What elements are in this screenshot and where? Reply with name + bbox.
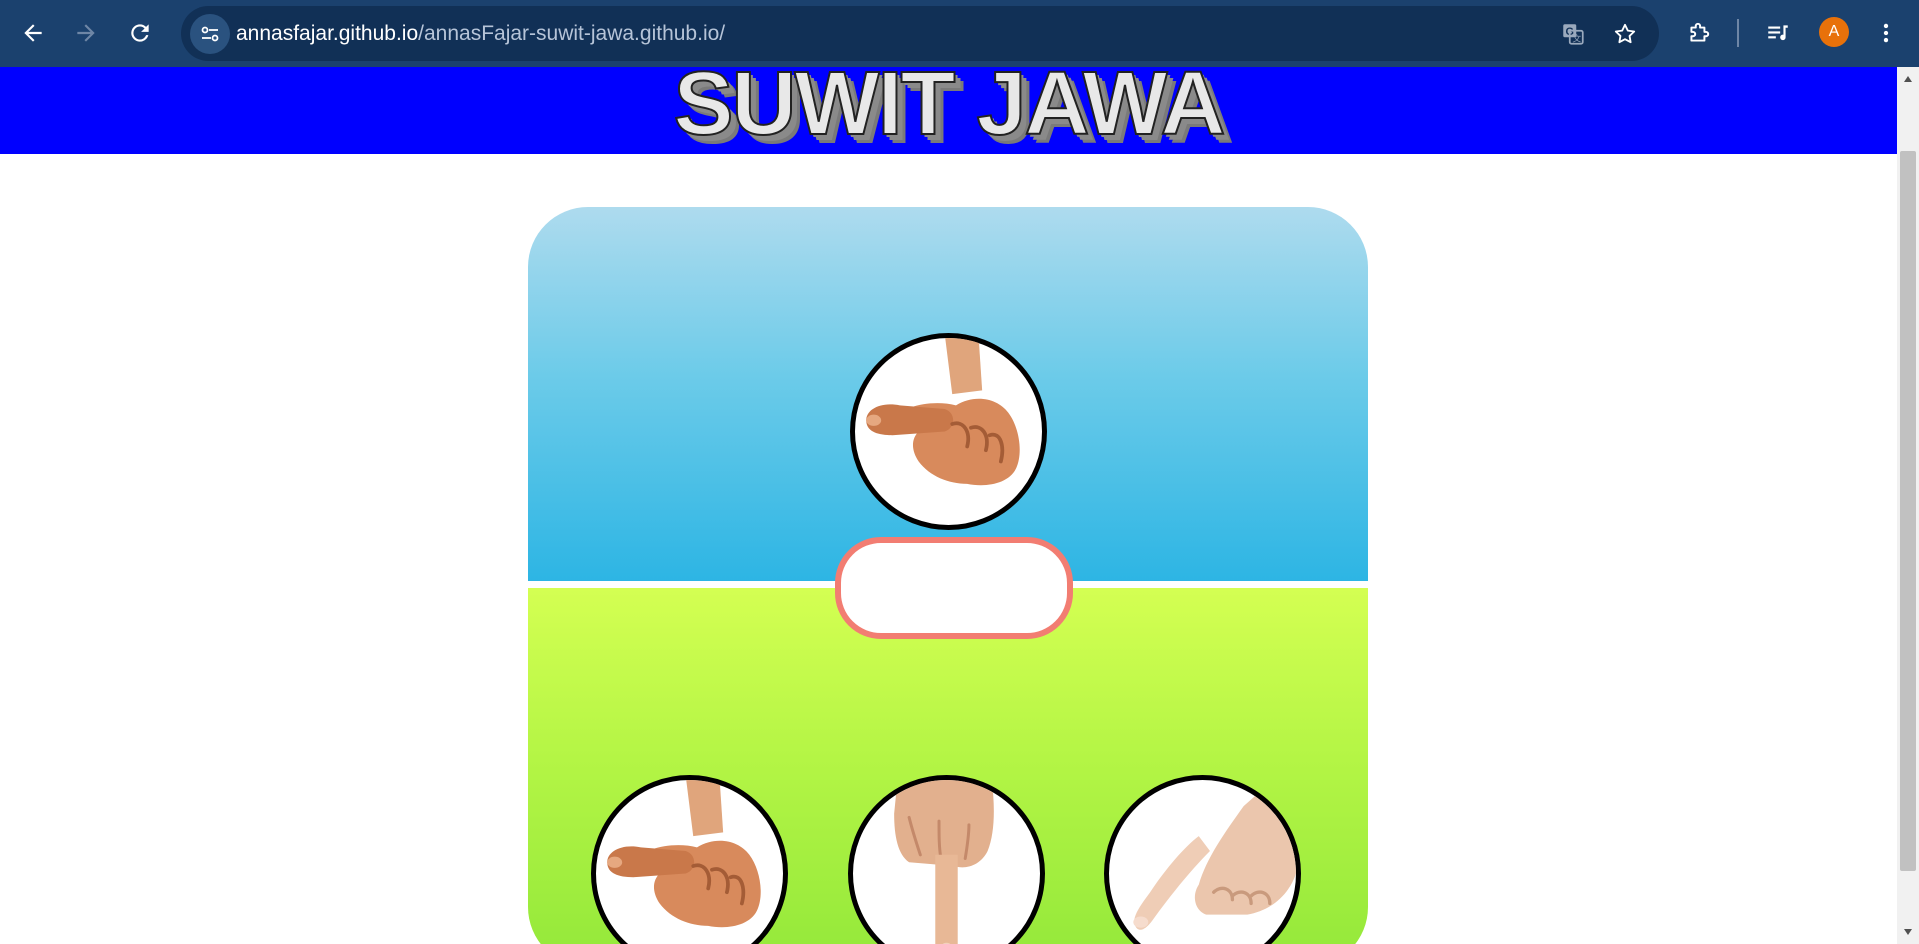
forward-button[interactable] [64,11,108,55]
back-button[interactable] [11,11,55,55]
little-finger-hand-icon [1133,780,1296,930]
puzzle-icon [1690,22,1710,42]
kebab-menu-icon [1883,23,1889,43]
vertical-scrollbar[interactable] [1897,67,1919,944]
menu-button[interactable] [1864,11,1908,55]
arrow-right-icon [77,24,95,42]
arrow-left-icon [24,24,42,42]
extensions-button[interactable] [1677,11,1721,55]
reload-icon [131,24,149,42]
page-viewport: SUWIT JAWA [0,67,1897,944]
reload-button[interactable] [118,11,162,55]
page-title: SUWIT JAWA [672,67,1226,154]
media-queue-icon [1768,25,1788,41]
profile-avatar[interactable]: A [1819,17,1849,47]
svg-text:文: 文 [1572,33,1581,44]
page-header: SUWIT JAWA [0,67,1897,154]
star-icon [1614,23,1636,44]
thumb-hand-icon [866,338,1020,486]
address-bar[interactable]: annasfajar.github.io/annasFajar-suwit-ja… [181,6,1659,61]
url-host: annasfajar.github.io [236,22,419,45]
scroll-down-arrow[interactable] [1897,922,1919,942]
index-finger-hand-icon [894,780,994,944]
browser-toolbar: annasfajar.github.io/annasFajar-suwit-ja… [0,0,1919,67]
translate-icon: G 文 [1563,24,1584,45]
scroll-up-arrow[interactable] [1897,69,1919,89]
translate-button[interactable]: G 文 [1553,14,1593,54]
scrollbar-thumb[interactable] [1900,151,1916,871]
url-path: /annasFajar-suwit-jawa.github.io/ [418,22,726,45]
computer-choice-thumb [850,333,1047,530]
triangle-down-icon [1904,929,1912,935]
media-controls-button[interactable] [1756,11,1800,55]
site-info-button[interactable] [190,14,230,54]
tune-icon [201,26,219,42]
bookmark-button[interactable] [1605,14,1645,54]
triangle-up-icon [1904,76,1912,82]
url-text[interactable]: annasfajar.github.io/annasFajar-suwit-ja… [236,6,725,61]
toolbar-separator [1737,19,1739,47]
thumb-hand-icon [607,780,761,928]
result-display [835,537,1073,639]
